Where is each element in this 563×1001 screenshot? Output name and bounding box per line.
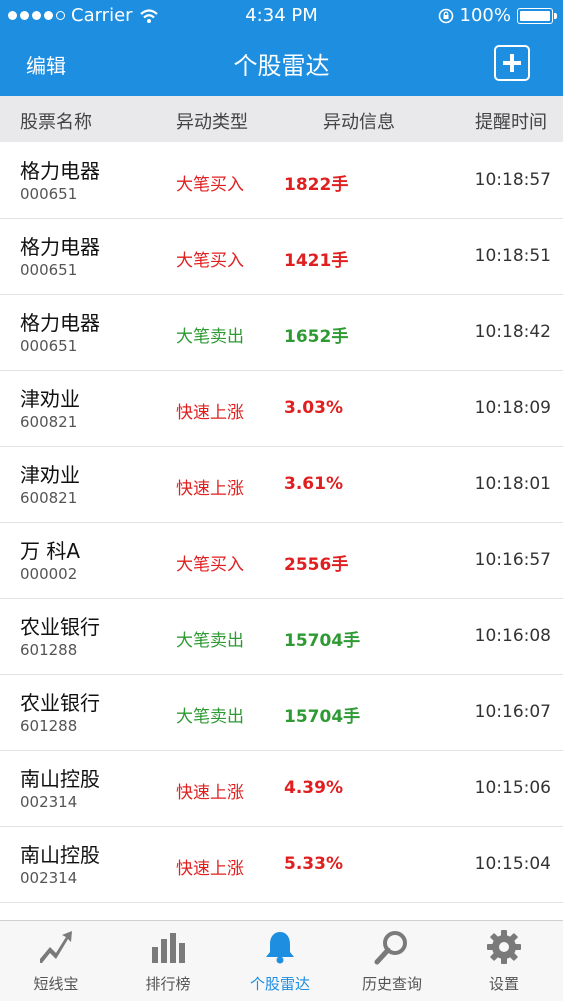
change-info: 3.61% [284, 474, 343, 494]
change-info: 1421手 [284, 251, 349, 271]
alert-time: 10:18:42 [474, 322, 551, 342]
column-header-time: 提醒时间 [475, 112, 547, 133]
stock-code: 000651 [20, 337, 78, 355]
stock-code: 000651 [20, 185, 78, 203]
change-info: 1652手 [284, 327, 349, 347]
alert-time: 10:16:57 [474, 550, 551, 570]
tab-ranking[interactable]: 排行榜 [112, 921, 224, 1001]
tab-label: 短线宝 [33, 975, 79, 993]
change-type: 快速上涨 [176, 859, 244, 879]
alert-time: 10:18:57 [474, 170, 551, 190]
add-icon[interactable] [494, 45, 530, 81]
stock-name: 格力电器 [20, 311, 100, 335]
tab-stock-radar[interactable]: 个股雷达 [224, 921, 336, 1001]
table-row[interactable]: 农业银行 601288 大笔卖出 15704手 10:16:07 [0, 675, 563, 751]
stock-code: 601288 [20, 641, 78, 659]
table-row[interactable]: 格力电器 000651 大笔买入 1822手 10:18:57 [0, 143, 563, 219]
table-row[interactable]: 津劝业 600821 快速上涨 3.03% 10:18:09 [0, 371, 563, 447]
change-info: 5.33% [284, 854, 343, 874]
stock-name: 南山控股 [20, 843, 100, 867]
stock-code: 601288 [20, 717, 78, 735]
tab-bar: 短线宝 排行榜 个股雷达 历史查询 设置 [0, 920, 563, 1001]
alert-time: 10:15:06 [474, 778, 551, 798]
alert-time: 10:18:51 [474, 246, 551, 266]
table-row[interactable]: 南山控股 002314 快速上涨 5.33% 10:15:04 [0, 827, 563, 903]
stock-code: 002314 [20, 869, 78, 887]
change-info: 4.39% [284, 778, 343, 798]
table-row[interactable]: 万 科A 000002 大笔买入 2556手 10:16:57 [0, 523, 563, 599]
tab-history-query[interactable]: 历史查询 [336, 921, 448, 1001]
bar-chart-icon [152, 933, 185, 963]
stock-name: 农业银行 [20, 691, 100, 715]
column-header: 股票名称 异动类型 异动信息 提醒时间 [0, 96, 563, 142]
page-title: 个股雷达 [233, 52, 330, 80]
tab-label: 个股雷达 [249, 975, 310, 993]
stock-code: 002314 [20, 793, 78, 811]
trend-chart-icon [40, 931, 72, 963]
alert-list[interactable]: 格力电器 000651 大笔买入 1822手 10:18:57 格力电器 000651 大笔买… [0, 143, 563, 920]
change-type: 大笔卖出 [176, 707, 244, 727]
gear-icon [487, 930, 521, 964]
stock-code: 600821 [20, 413, 78, 431]
stock-code: 000002 [20, 565, 78, 583]
change-type: 大笔买入 [176, 251, 244, 271]
column-header-type: 异动类型 [176, 112, 248, 133]
stock-name: 农业银行 [20, 615, 100, 639]
change-info: 2556手 [284, 555, 349, 575]
tab-label: 设置 [488, 975, 519, 993]
table-row[interactable]: 格力电器 000651 大笔卖出 1652手 10:18:42 [0, 295, 563, 371]
navigation-bar: 编辑 个股雷达 [0, 32, 563, 96]
bell-icon [266, 932, 294, 964]
stock-name: 格力电器 [20, 235, 100, 259]
change-type: 大笔买入 [176, 555, 244, 575]
stock-code: 600821 [20, 489, 78, 507]
alert-time: 10:18:01 [474, 474, 551, 494]
tab-label: 历史查询 [361, 975, 422, 993]
search-icon [374, 931, 407, 965]
change-type: 快速上涨 [176, 403, 244, 423]
tab-settings[interactable]: 设置 [448, 921, 560, 1001]
stock-name: 津劝业 [20, 387, 80, 411]
change-info: 3.03% [284, 398, 343, 418]
tab-short-term[interactable]: 短线宝 [0, 921, 112, 1001]
change-type: 大笔买入 [176, 175, 244, 195]
status-bar: Carrier 4:34 PM 100% [0, 0, 563, 32]
rotation-lock-icon [438, 8, 453, 23]
status-right: 100% [438, 5, 557, 26]
table-row[interactable]: 农业银行 601288 大笔卖出 15704手 10:16:08 [0, 599, 563, 675]
stock-name: 南山控股 [20, 767, 100, 791]
stock-name: 万 科A [20, 539, 81, 563]
change-info: 15704手 [284, 707, 361, 727]
change-info: 1822手 [284, 175, 349, 195]
change-type: 快速上涨 [176, 479, 244, 499]
column-header-info: 异动信息 [323, 112, 395, 133]
table-row[interactable]: 格力电器 000651 大笔买入 1421手 10:18:51 [0, 219, 563, 295]
battery-percent: 100% [459, 5, 511, 26]
stock-name: 津劝业 [20, 463, 80, 487]
stock-code: 000651 [20, 261, 78, 279]
table-row[interactable]: 南山控股 002314 快速上涨 4.39% 10:15:06 [0, 751, 563, 827]
stock-name: 格力电器 [20, 159, 100, 183]
change-type: 大笔卖出 [176, 631, 244, 651]
alert-time: 10:18:09 [474, 398, 551, 418]
tab-label: 排行榜 [145, 975, 191, 993]
change-type: 大笔卖出 [176, 327, 244, 347]
table-row[interactable]: 南山控股 [0, 903, 563, 920]
change-type: 快速上涨 [176, 783, 244, 803]
alert-time: 10:16:08 [474, 626, 551, 646]
battery-icon [517, 7, 557, 24]
alert-time: 10:16:07 [474, 702, 551, 722]
alert-time: 10:15:04 [474, 854, 551, 874]
column-header-name: 股票名称 [20, 112, 92, 133]
table-row[interactable]: 津劝业 600821 快速上涨 3.61% 10:18:01 [0, 447, 563, 523]
change-info: 15704手 [284, 631, 361, 651]
